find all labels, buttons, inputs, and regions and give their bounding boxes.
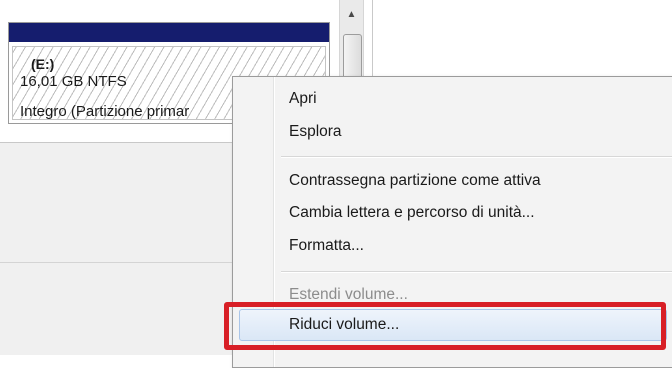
menu-item-label: Formatta... [289,237,364,254]
partition-status: Integro (Partizione primar [20,103,190,120]
partition-size: 16,01 GB NTFS [20,73,127,90]
menu-item-label: Cambia lettera e percorso di unità... [289,204,535,221]
menu-separator [281,271,672,273]
partition-drive-letter: (E:) [31,56,55,72]
menu-item-cambia-lettera[interactable]: Cambia lettera e percorso di unità... [237,198,672,228]
partition-header-bar [9,23,329,42]
menu-item-label: Apri [289,90,317,107]
menu-item-label: Esplora [289,123,342,140]
scroll-up-arrow-icon[interactable]: ▲ [342,4,361,26]
menu-item-label: Contrassegna partizione come attiva [289,172,541,189]
menu-item-contrassegna-attiva[interactable]: Contrassegna partizione come attiva [237,166,672,196]
menu-item-formatta[interactable]: Formatta... [237,231,672,261]
menu-item-esplora[interactable]: Esplora [237,117,672,147]
highlight-annotation-frame [224,302,666,350]
menu-item-apri[interactable]: Apri [237,84,672,114]
menu-separator [281,156,672,158]
